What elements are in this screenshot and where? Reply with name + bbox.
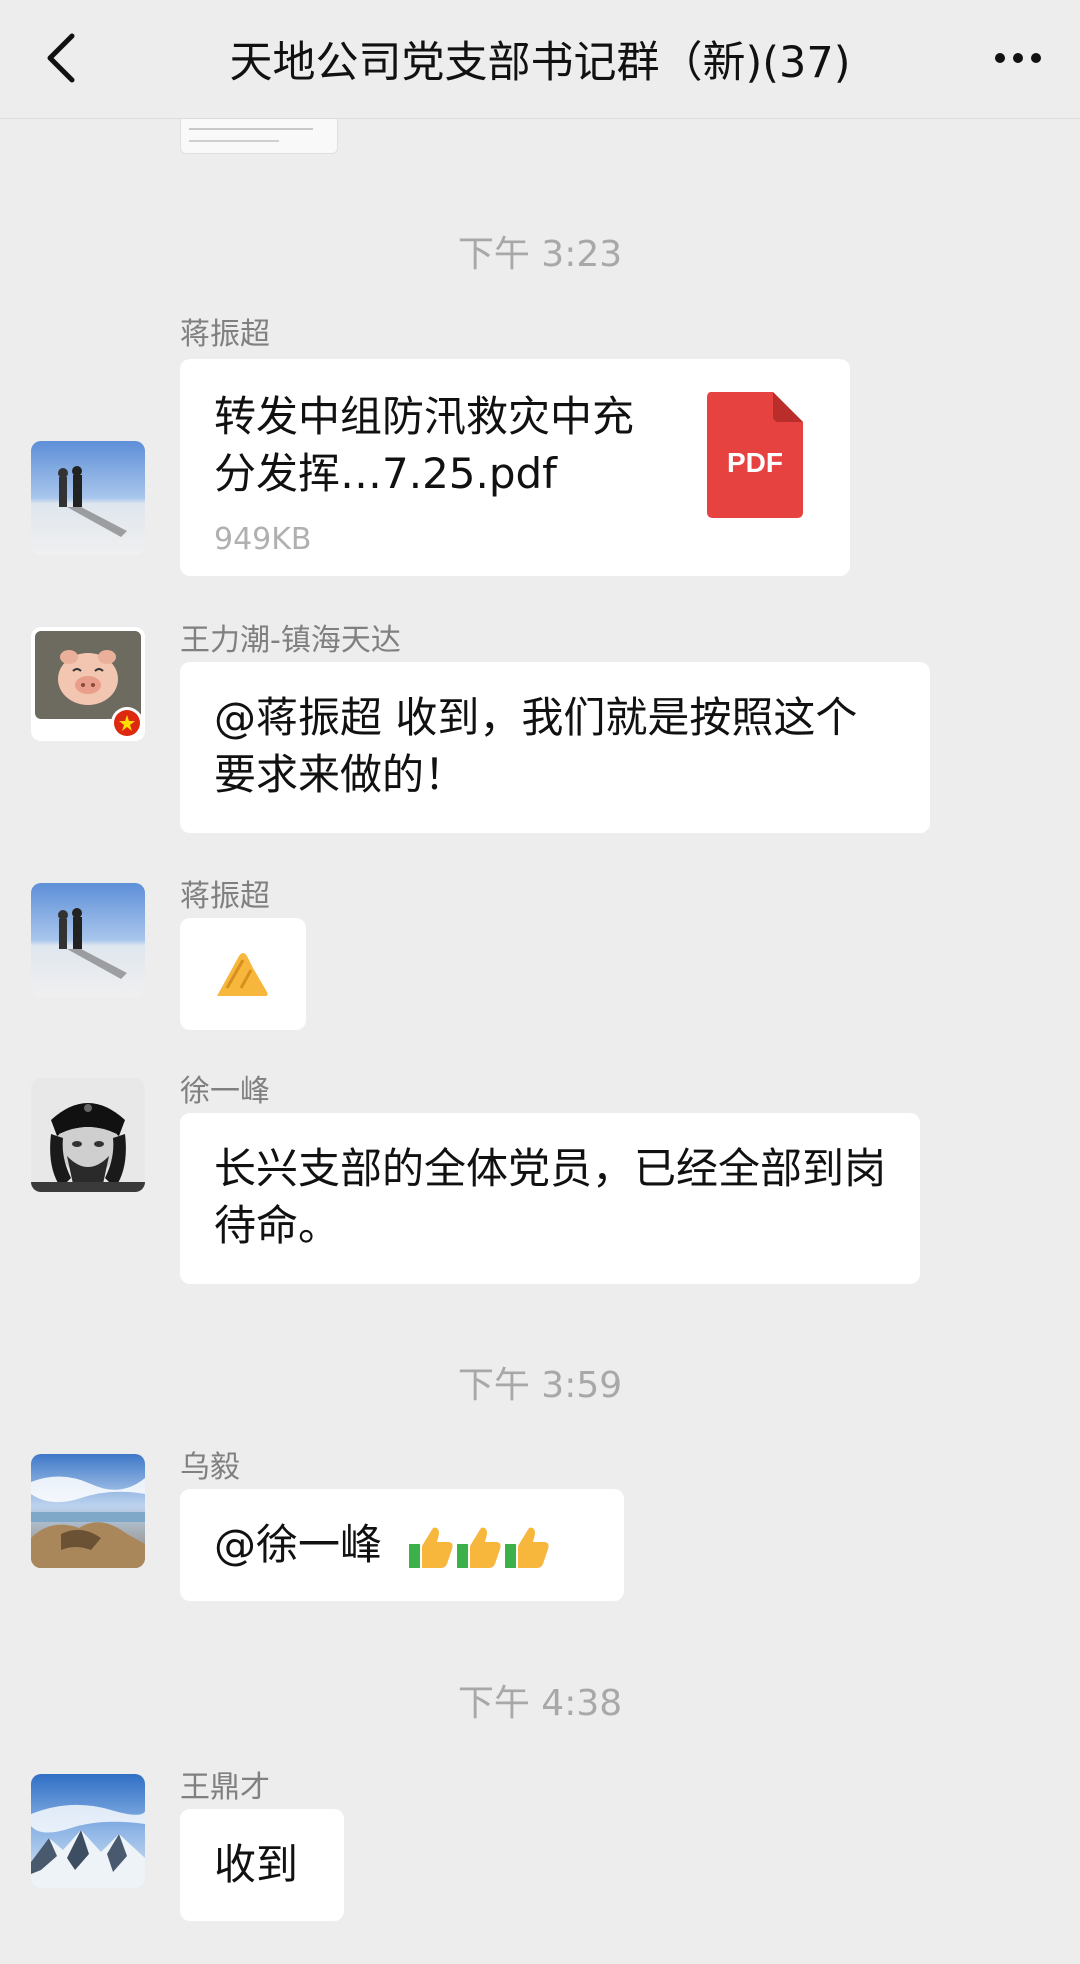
thumbs-up-icon — [457, 1527, 501, 1568]
svg-text:PDF: PDF — [727, 447, 783, 478]
pdf-file-icon: PDF — [707, 392, 803, 518]
avatar[interactable] — [31, 441, 145, 555]
text-message-bubble[interactable]: @蒋振超 收到，我们就是按照这个要求来做的！ — [180, 662, 930, 833]
file-message-bubble[interactable]: 转发中组防汛救灾中充分发挥…7.25.pdf 949KB PDF — [180, 359, 850, 576]
sender-name: 蒋振超 — [180, 879, 270, 914]
chat-area[interactable]: 下午 3:23 蒋振超 转发中组防汛救灾中充分发挥…7.25.pdf 949KB… — [0, 119, 1080, 1964]
thumbs-up-icon — [505, 1527, 549, 1568]
nav-bar: 天地公司党支部书记群（新)(37) — [0, 0, 1080, 119]
text-message-bubble[interactable]: @徐一峰 — [180, 1489, 624, 1601]
previous-message-preview[interactable] — [180, 119, 338, 154]
file-name: 转发中组防汛救灾中充分发挥…7.25.pdf — [214, 392, 635, 498]
text-message-bubble[interactable]: 长兴支部的全体党员，已经全部到岗待命。 — [180, 1113, 920, 1284]
chat-title: 天地公司党支部书记群（新)(37) — [229, 38, 851, 88]
mention-text: @徐一峰 — [214, 1520, 383, 1569]
timestamp: 下午 3:59 — [457, 1365, 623, 1406]
avatar[interactable] — [31, 1774, 145, 1888]
avatar[interactable] — [31, 1454, 145, 1568]
emoji-message-bubble[interactable] — [180, 918, 306, 1030]
ok-hand-emoji-icon — [217, 953, 268, 996]
avatar[interactable] — [31, 1078, 145, 1192]
timestamp: 下午 4:38 — [457, 1683, 623, 1724]
thumbs-up-icon — [409, 1527, 453, 1568]
file-size: 949KB — [214, 522, 312, 557]
avatar[interactable] — [31, 883, 145, 997]
chevron-left-icon[interactable] — [40, 30, 90, 86]
sender-name: 乌毅 — [180, 1450, 240, 1485]
text-message-bubble[interactable]: 收到 — [180, 1809, 344, 1921]
sender-name: 徐一峰 — [180, 1074, 270, 1109]
more-dots-icon[interactable] — [990, 38, 1050, 78]
avatar[interactable] — [31, 627, 145, 741]
sender-name: 王鼎才 — [180, 1770, 270, 1805]
timestamp: 下午 3:23 — [457, 234, 623, 275]
sender-name: 王力潮-镇海天达 — [180, 623, 401, 658]
thumbs-up-emoji-group — [407, 1520, 551, 1569]
sender-name: 蒋振超 — [180, 317, 270, 352]
